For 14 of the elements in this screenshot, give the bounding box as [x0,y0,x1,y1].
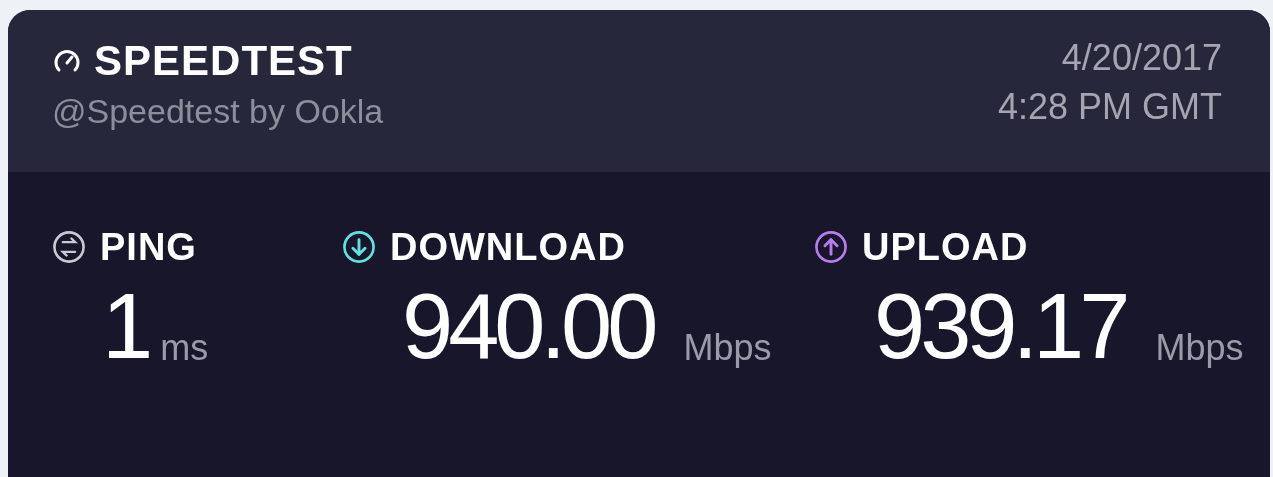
test-date: 4/20/2017 [1061,40,1222,76]
metric-unit: Mbps [1155,330,1244,370]
test-time: 4:28 PM GMT [997,85,1222,129]
metric-unit: ms [160,330,209,370]
metric-label: UPLOAD [862,228,1029,266]
metric-value: 939.17 [874,280,1126,372]
swap-arrows-icon [52,230,86,264]
metric-label: DOWNLOAD [390,228,626,266]
metric-unit: Mbps [683,330,772,370]
subtitle: @Speedtest by Ookla [52,91,384,132]
app-title: SPEEDTEST [94,40,353,82]
metric-value: 1 [102,280,149,372]
metric-label: PING [100,228,197,266]
metric-value: 940.00 [402,280,654,372]
